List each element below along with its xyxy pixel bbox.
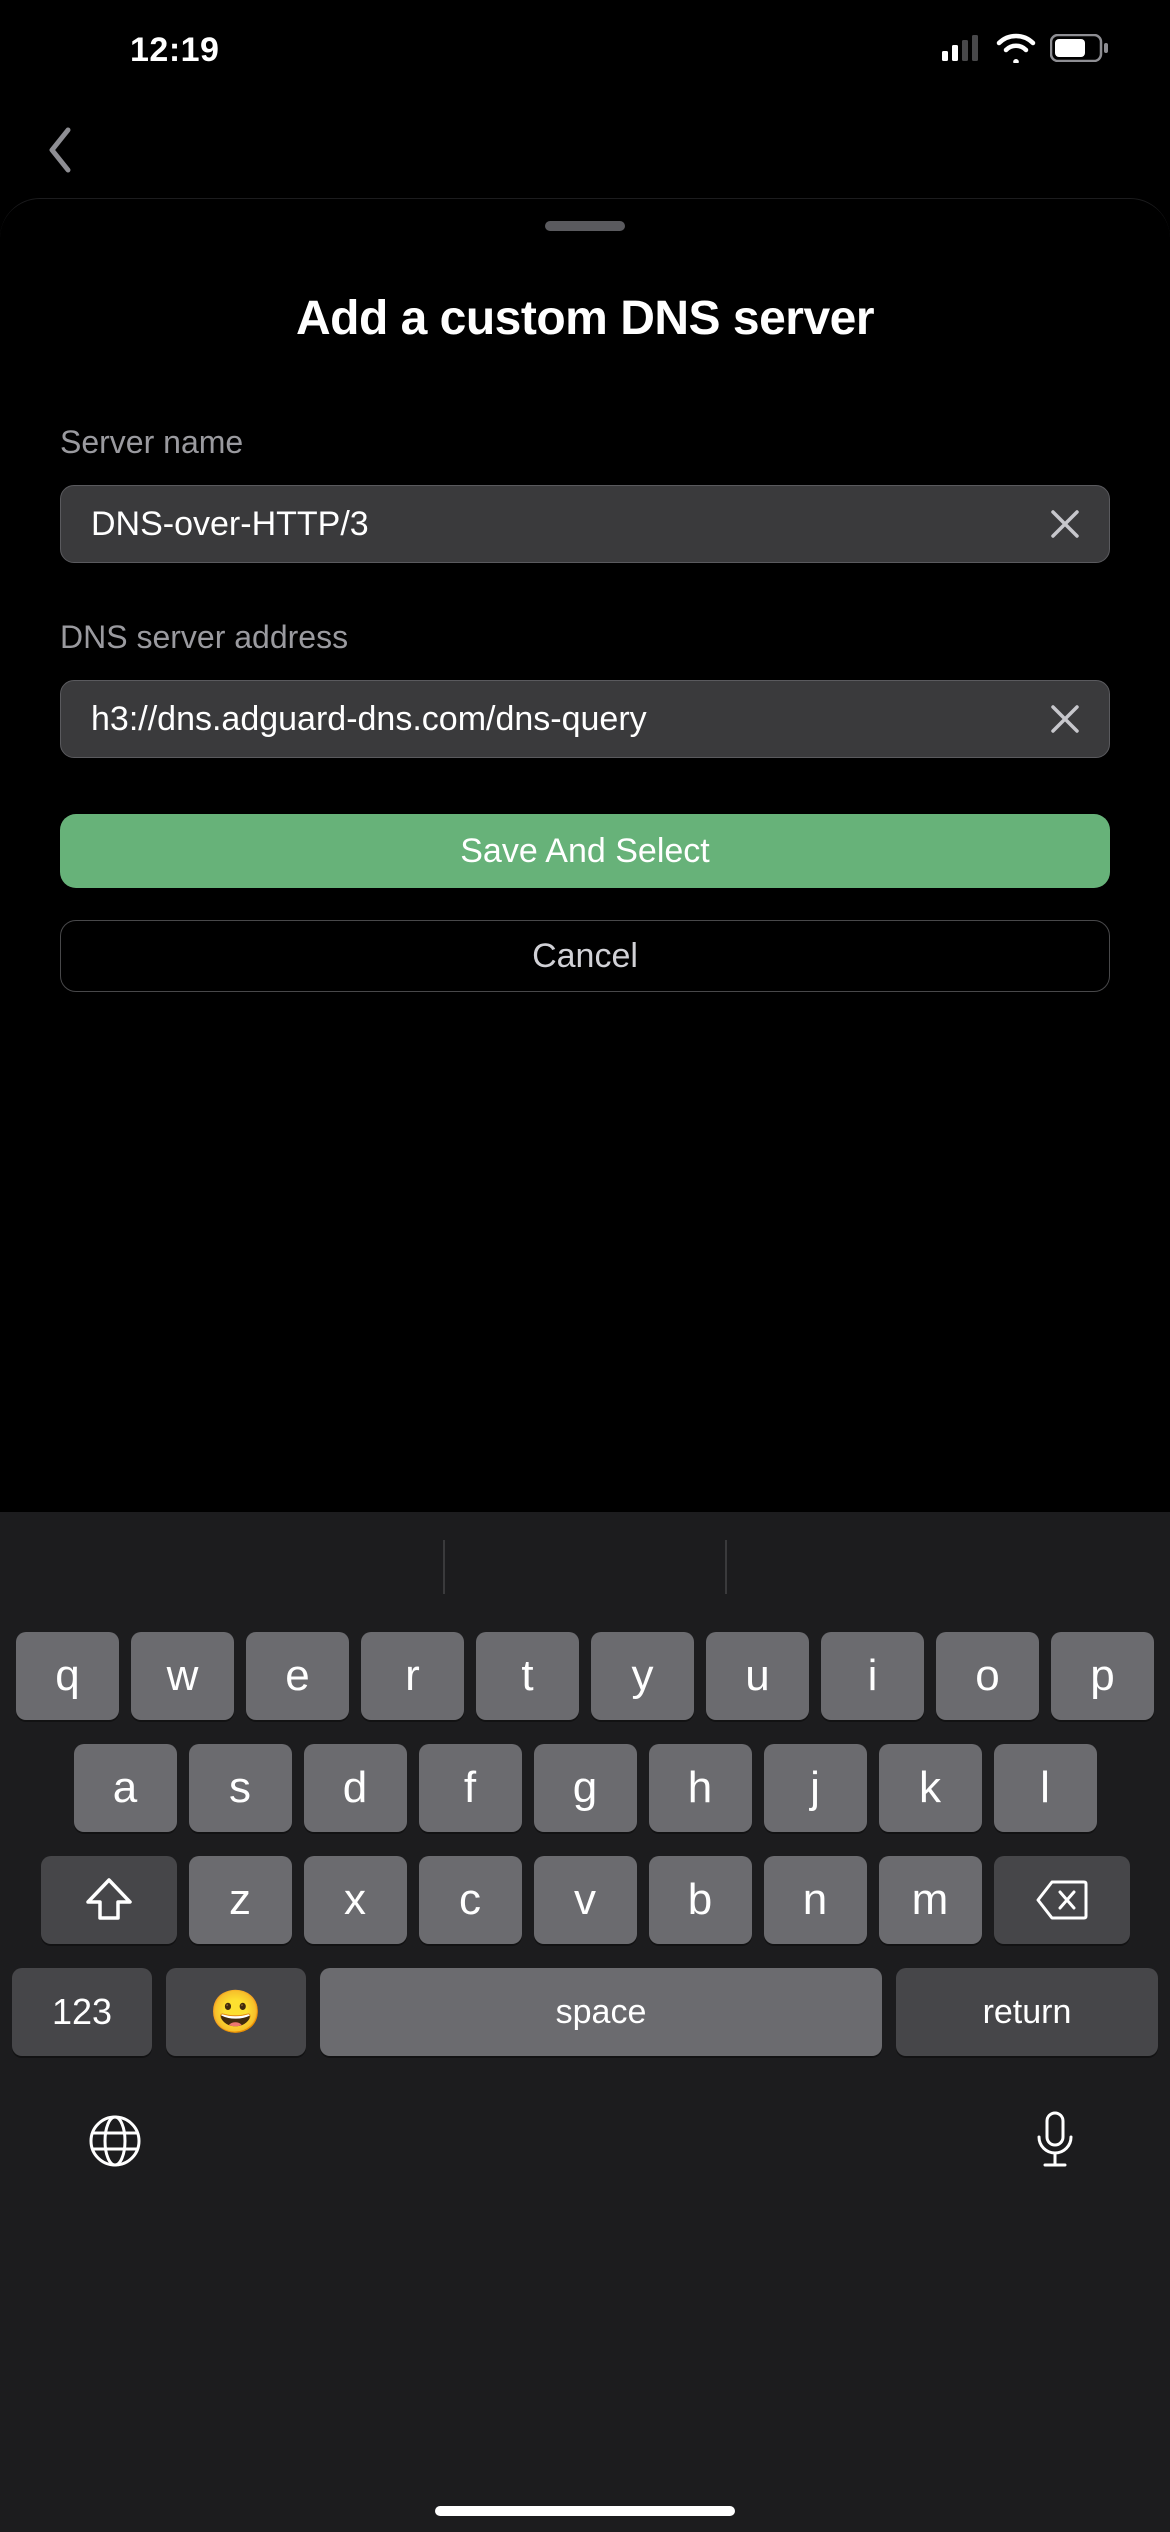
key-k[interactable]: k	[879, 1744, 982, 1832]
suggestion-bar	[0, 1512, 1170, 1622]
key-v[interactable]: v	[534, 1856, 637, 1944]
key-space[interactable]: space	[320, 1968, 882, 2056]
cancel-button[interactable]: Cancel	[60, 920, 1110, 992]
server-address-input[interactable]	[91, 700, 1021, 739]
key-e[interactable]: e	[246, 1632, 349, 1720]
key-m[interactable]: m	[879, 1856, 982, 1944]
server-address-group: DNS server address	[60, 619, 1110, 758]
key-backspace[interactable]	[994, 1856, 1130, 1944]
close-icon	[1049, 703, 1081, 735]
chevron-left-icon	[46, 126, 74, 174]
key-numbers[interactable]: 123	[12, 1968, 152, 2056]
key-emoji[interactable]: 😀	[166, 1968, 306, 2056]
status-bar: 12:19	[0, 0, 1170, 100]
keyboard-row-1: q w e r t y u i o p	[12, 1632, 1158, 1720]
cellular-icon	[942, 35, 982, 66]
key-l[interactable]: l	[994, 1744, 1097, 1832]
sheet-title: Add a custom DNS server	[0, 291, 1170, 346]
keyboard-globe-button[interactable]	[80, 2106, 150, 2176]
server-name-input-wrap[interactable]	[60, 485, 1110, 563]
key-x[interactable]: x	[304, 1856, 407, 1944]
server-name-label: Server name	[60, 424, 1110, 461]
key-w[interactable]: w	[131, 1632, 234, 1720]
keyboard-row-3: z x c v b n m	[12, 1856, 1158, 1944]
server-address-label: DNS server address	[60, 619, 1110, 656]
backspace-icon	[1036, 1880, 1088, 1920]
key-z[interactable]: z	[189, 1856, 292, 1944]
key-h[interactable]: h	[649, 1744, 752, 1832]
key-c[interactable]: c	[419, 1856, 522, 1944]
key-j[interactable]: j	[764, 1744, 867, 1832]
keyboard-bottom	[0, 2056, 1170, 2206]
microphone-icon	[1033, 2111, 1077, 2171]
keyboard-row-4: 123 😀 space return	[12, 1968, 1158, 2056]
close-icon	[1049, 508, 1081, 540]
key-p[interactable]: p	[1051, 1632, 1154, 1720]
battery-icon	[1050, 34, 1110, 67]
key-u[interactable]: u	[706, 1632, 809, 1720]
save-and-select-button[interactable]: Save And Select	[60, 814, 1110, 888]
nav-bar	[0, 100, 1170, 200]
key-q[interactable]: q	[16, 1632, 119, 1720]
suggestion-separator	[443, 1540, 445, 1594]
key-o[interactable]: o	[936, 1632, 1039, 1720]
server-name-input[interactable]	[91, 505, 1021, 544]
keyboard-row-2: a s d f g h j k l	[12, 1744, 1158, 1832]
key-i[interactable]: i	[821, 1632, 924, 1720]
wifi-icon	[996, 33, 1036, 68]
back-button[interactable]	[30, 120, 90, 180]
key-y[interactable]: y	[591, 1632, 694, 1720]
server-name-group: Server name	[60, 424, 1110, 563]
key-a[interactable]: a	[74, 1744, 177, 1832]
server-address-clear-button[interactable]	[1043, 697, 1087, 741]
key-g[interactable]: g	[534, 1744, 637, 1832]
keyboard-mic-button[interactable]	[1020, 2106, 1090, 2176]
emoji-icon: 😀	[210, 1988, 262, 2037]
key-d[interactable]: d	[304, 1744, 407, 1832]
status-time: 12:19	[130, 31, 219, 70]
key-f[interactable]: f	[419, 1744, 522, 1832]
key-b[interactable]: b	[649, 1856, 752, 1944]
key-return[interactable]: return	[896, 1968, 1158, 2056]
keyboard: q w e r t y u i o p a s d f g h j k l	[0, 1512, 1170, 2532]
globe-icon	[87, 2113, 143, 2169]
key-shift[interactable]	[41, 1856, 177, 1944]
key-t[interactable]: t	[476, 1632, 579, 1720]
status-right	[942, 33, 1110, 68]
key-n[interactable]: n	[764, 1856, 867, 1944]
sheet-grabber[interactable]	[545, 221, 625, 231]
server-name-clear-button[interactable]	[1043, 502, 1087, 546]
server-address-input-wrap[interactable]	[60, 680, 1110, 758]
keyboard-rows: q w e r t y u i o p a s d f g h j k l	[0, 1622, 1170, 2056]
key-s[interactable]: s	[189, 1744, 292, 1832]
shift-icon	[86, 1878, 132, 1922]
home-indicator[interactable]	[435, 2506, 735, 2516]
key-r[interactable]: r	[361, 1632, 464, 1720]
form: Server name DNS server address	[0, 424, 1170, 992]
suggestion-separator	[725, 1540, 727, 1594]
